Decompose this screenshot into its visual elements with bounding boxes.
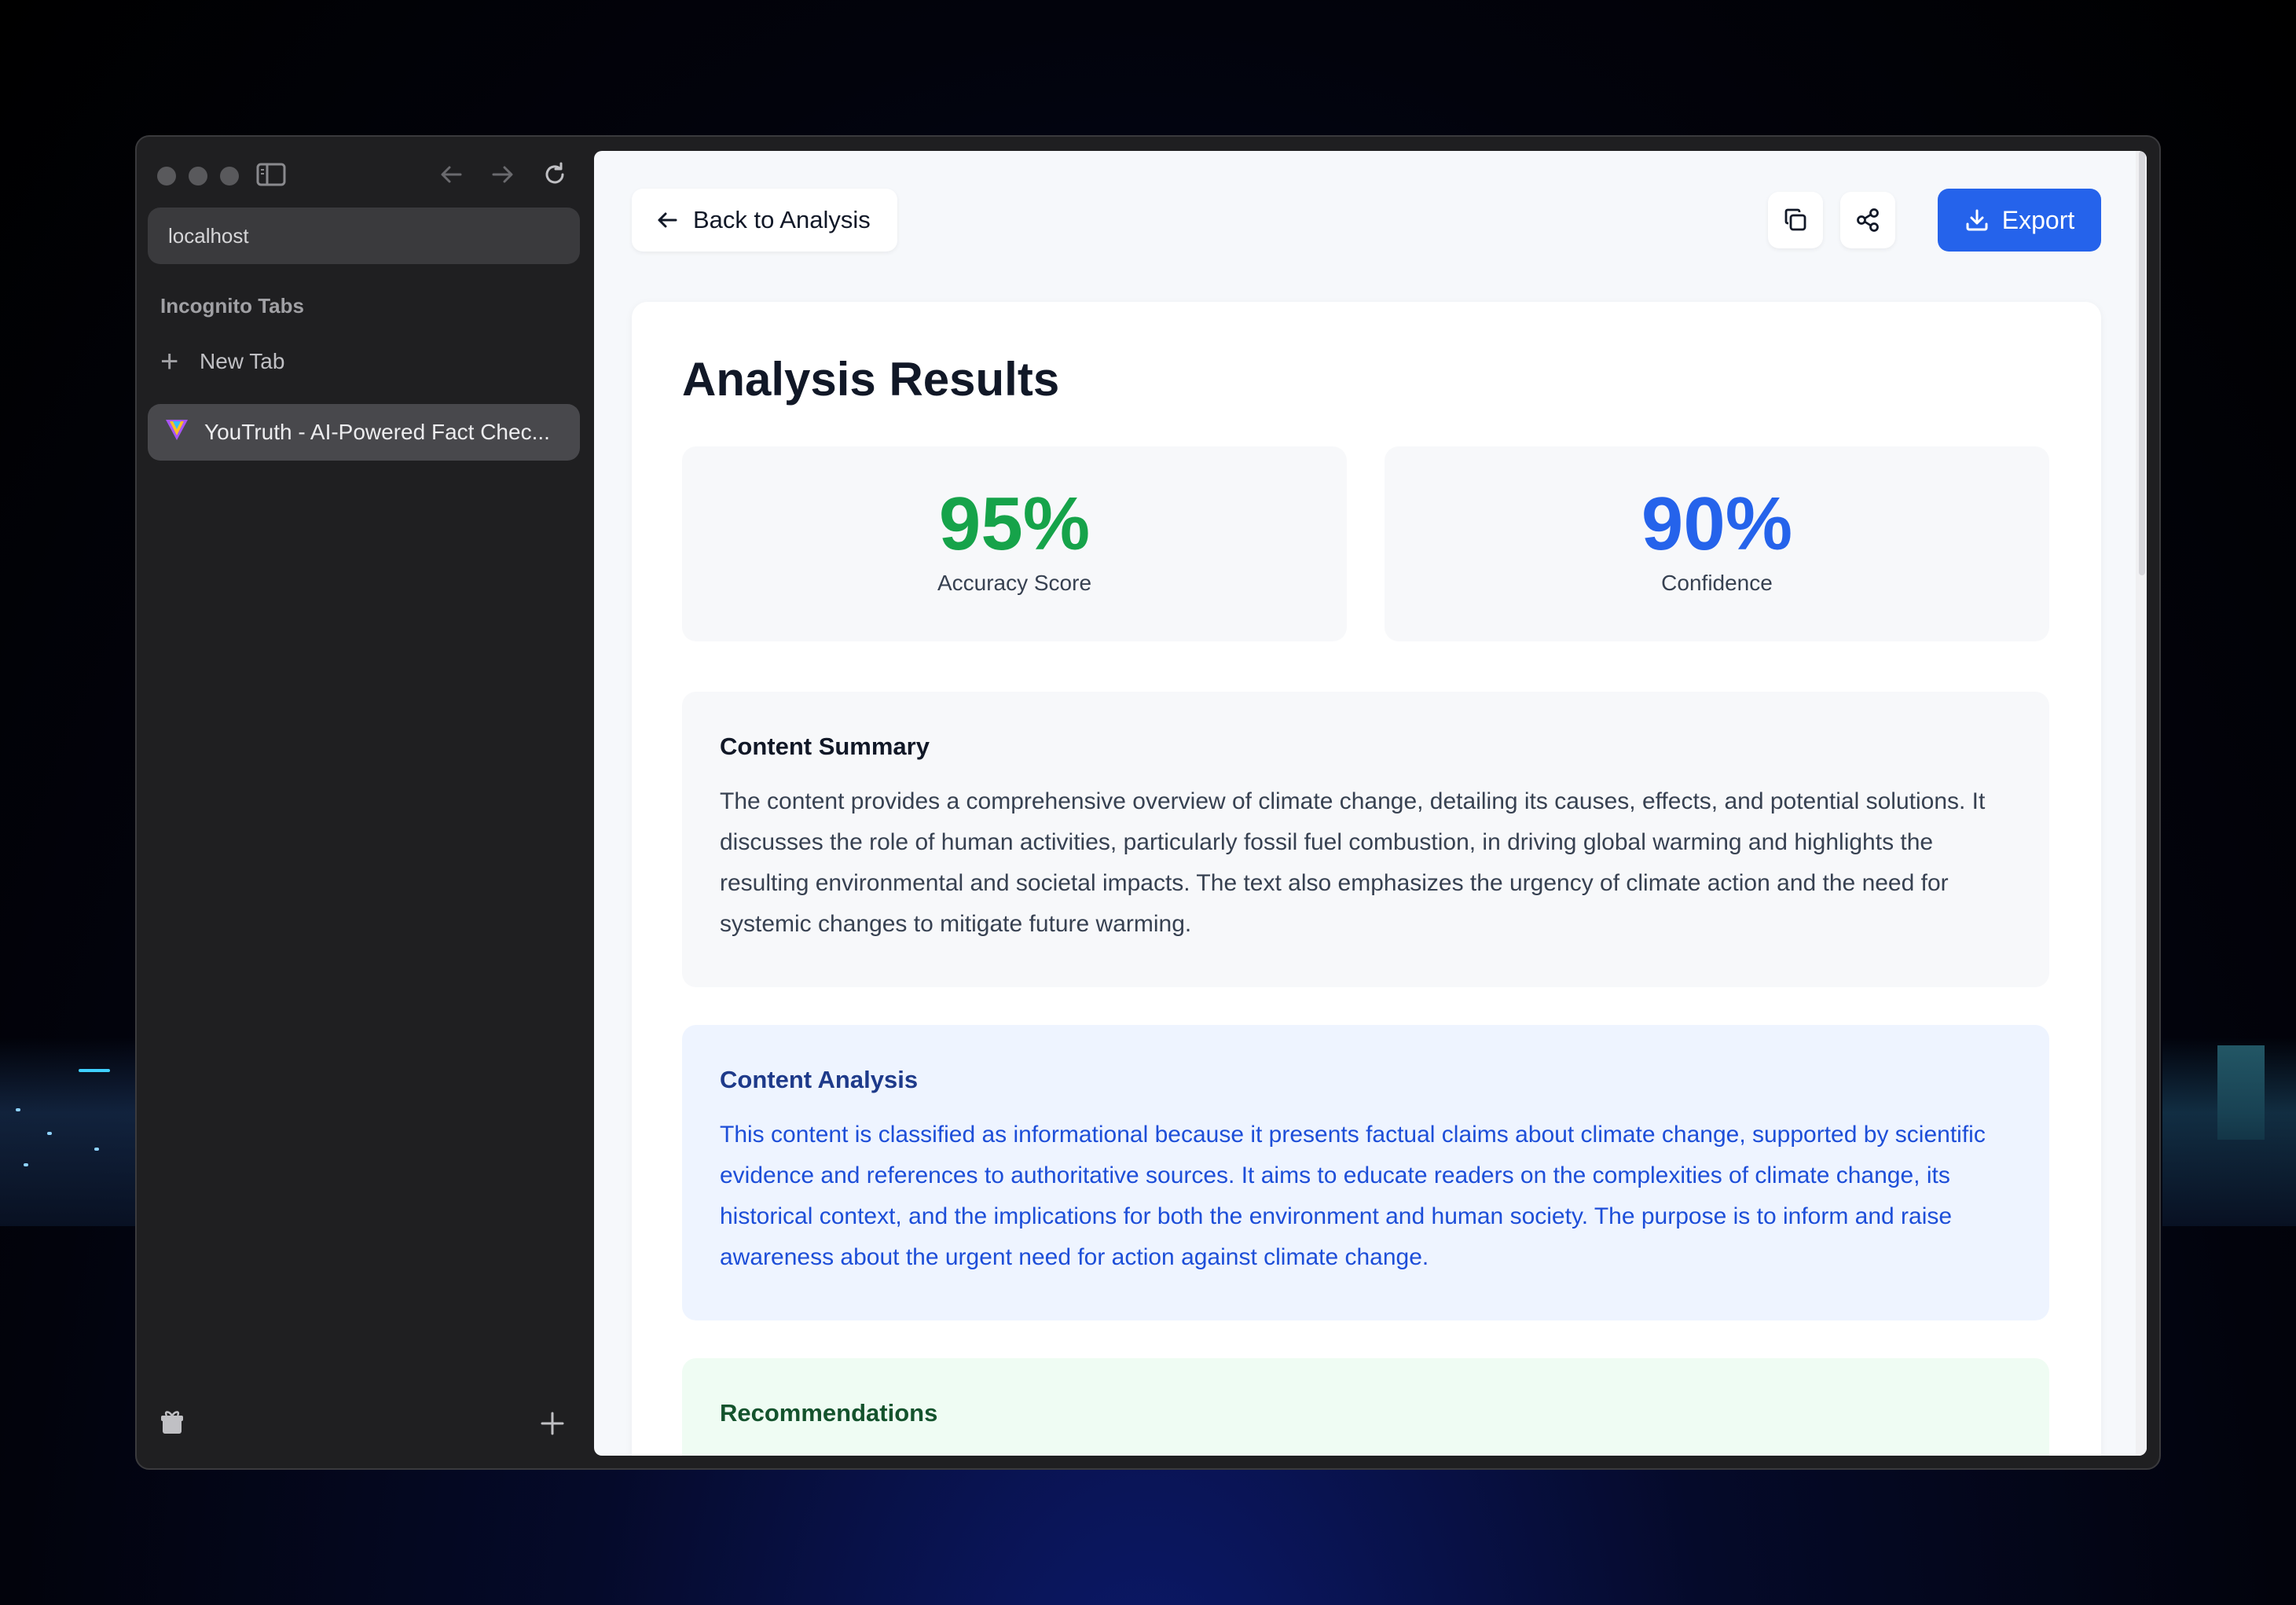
- gift-icon[interactable]: [160, 1409, 184, 1445]
- zoom-window-button[interactable]: [220, 167, 239, 185]
- browser-sidebar: localhost Incognito Tabs + New Tab YouTr…: [137, 137, 592, 1468]
- share-button[interactable]: [1840, 192, 1895, 248]
- content-summary-text: The content provides a comprehensive ove…: [720, 788, 1986, 937]
- background-city-left: [0, 1038, 141, 1226]
- address-bar[interactable]: localhost: [148, 208, 580, 264]
- content-analysis-heading: Content Analysis: [720, 1066, 919, 1093]
- download-icon: [1966, 209, 1988, 231]
- export-button[interactable]: Export: [1938, 189, 2101, 252]
- new-tab-button[interactable]: + New Tab: [160, 344, 285, 379]
- page-content: Back to Analysis Export Analysis Results…: [594, 151, 2147, 1456]
- copy-icon: [1784, 208, 1806, 231]
- content-summary-section: Content Summary The content provides a c…: [682, 692, 2049, 987]
- close-window-button[interactable]: [157, 167, 176, 185]
- arrow-left-icon: [658, 212, 677, 228]
- tab-youtruth[interactable]: YouTruth - AI-Powered Fact Chec...: [148, 404, 580, 461]
- reload-icon[interactable]: [539, 160, 570, 192]
- back-to-analysis-button[interactable]: Back to Analysis: [632, 189, 897, 252]
- confidence-value: 90%: [1641, 482, 1793, 566]
- browser-window: localhost Incognito Tabs + New Tab YouTr…: [135, 135, 2161, 1470]
- back-to-analysis-label: Back to Analysis: [693, 206, 871, 233]
- plus-icon: +: [160, 344, 179, 379]
- accuracy-score-value: 95%: [938, 482, 1091, 566]
- recommendations-section: Recommendations: [682, 1358, 2049, 1456]
- content-summary-heading: Content Summary: [720, 733, 930, 760]
- favicon-icon: [163, 417, 190, 449]
- new-tab-label: New Tab: [200, 349, 285, 373]
- content-analysis-text: This content is classified as informatio…: [720, 1122, 1986, 1270]
- forward-arrow-icon[interactable]: [487, 160, 519, 192]
- scrollbar-thumb[interactable]: [2139, 151, 2145, 575]
- confidence-card: 90% Confidence: [1385, 446, 2049, 641]
- sidebar-toggle-icon[interactable]: [256, 162, 286, 187]
- share-icon: [1857, 208, 1879, 232]
- accuracy-score-label: Accuracy Score: [937, 571, 1092, 595]
- accuracy-score-card: 95% Accuracy Score: [682, 446, 1347, 641]
- tab-title: YouTruth - AI-Powered Fact Chec...: [204, 420, 550, 444]
- export-label: Export: [2001, 205, 2075, 234]
- page-title: Analysis Results: [682, 353, 1060, 406]
- minimize-window-button[interactable]: [189, 167, 207, 185]
- back-arrow-icon[interactable]: [435, 160, 467, 192]
- results-card: Analysis Results 95% Accuracy Score 90% …: [632, 302, 2101, 1456]
- window-controls: [157, 167, 239, 185]
- incognito-tabs-label: Incognito Tabs: [160, 294, 304, 318]
- confidence-label: Confidence: [1661, 571, 1773, 595]
- content-analysis-section: Content Analysis This content is classif…: [682, 1025, 2049, 1320]
- copy-button[interactable]: [1768, 192, 1823, 248]
- scrollbar[interactable]: [2136, 151, 2147, 1456]
- background-tower: [2217, 1045, 2265, 1140]
- add-icon[interactable]: [539, 1409, 566, 1445]
- recommendations-heading: Recommendations: [720, 1399, 938, 1427]
